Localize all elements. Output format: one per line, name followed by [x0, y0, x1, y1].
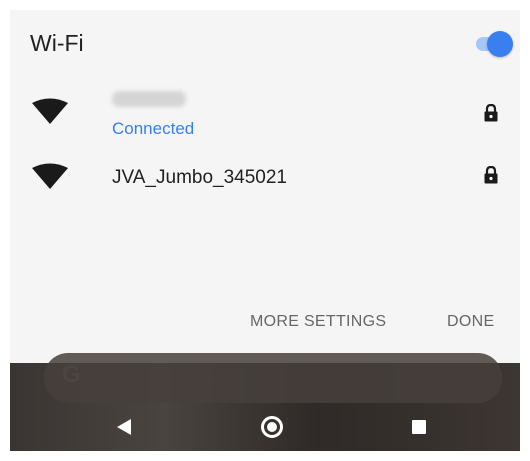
back-icon[interactable] — [117, 419, 131, 435]
lock-icon — [484, 166, 498, 184]
google-search-bar[interactable]: G — [44, 353, 502, 403]
screen: Wi-Fi Connected JVA_Jumbo_345021 MORE SE… — [10, 10, 520, 451]
wifi-full-icon — [32, 98, 68, 124]
dialog-title: Wi-Fi — [30, 30, 84, 56]
lock-icon — [484, 104, 498, 122]
network-row-connected[interactable]: Connected — [10, 88, 520, 146]
google-logo-icon: G — [62, 361, 81, 388]
wifi-full-icon — [32, 163, 68, 189]
navigation-bar — [10, 403, 520, 451]
toggle-thumb — [487, 31, 513, 57]
network-name: JVA_Jumbo_345021 — [112, 167, 287, 188]
network-row[interactable]: JVA_Jumbo_345021 — [10, 155, 520, 199]
network-name-obscured — [112, 91, 186, 107]
wifi-dialog: Wi-Fi Connected JVA_Jumbo_345021 MORE SE… — [10, 10, 520, 363]
recents-icon[interactable] — [412, 420, 426, 434]
home-icon[interactable] — [261, 416, 283, 438]
network-status: Connected — [112, 119, 195, 138]
wifi-toggle[interactable] — [472, 30, 514, 58]
more-settings-button[interactable]: MORE SETTINGS — [250, 313, 386, 331]
done-button[interactable]: DONE — [447, 313, 494, 331]
